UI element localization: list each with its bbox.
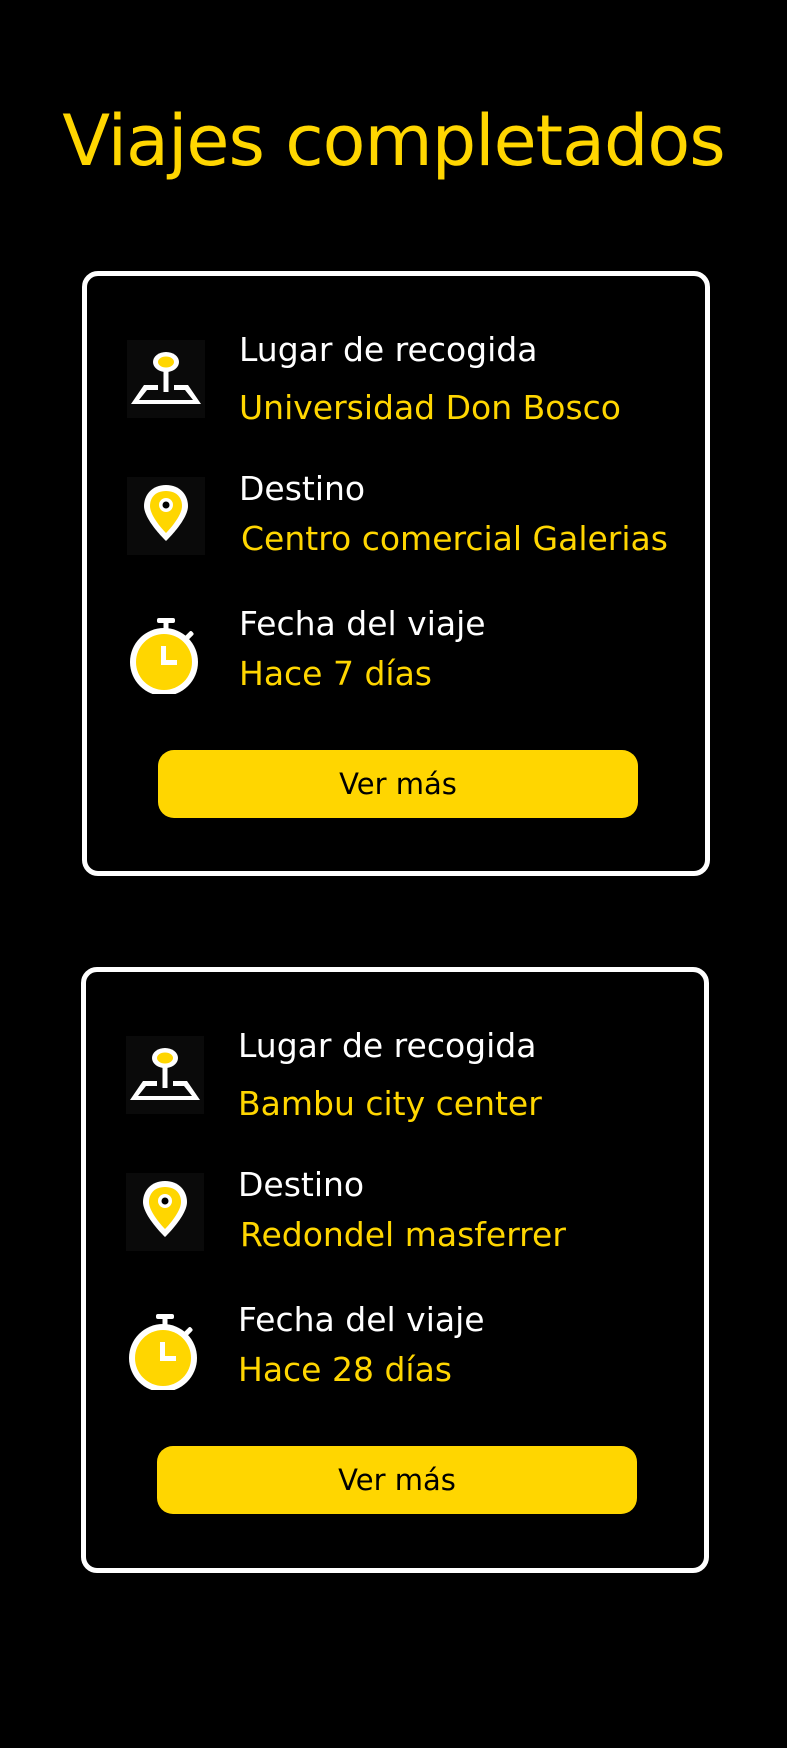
pickup-location-icon bbox=[126, 1036, 204, 1114]
map-pin-icon bbox=[126, 1173, 204, 1251]
pickup-value: Bambu city center bbox=[238, 1084, 542, 1123]
date-value: Hace 28 días bbox=[238, 1350, 452, 1389]
destination-value: Centro comercial Galerias bbox=[241, 519, 668, 558]
stopwatch-icon bbox=[126, 1312, 204, 1390]
view-more-button[interactable]: Ver más bbox=[158, 750, 638, 818]
destination-label: Destino bbox=[239, 469, 366, 508]
date-value: Hace 7 días bbox=[239, 654, 432, 693]
date-label: Fecha del viaje bbox=[239, 604, 486, 643]
pickup-location-icon bbox=[127, 340, 205, 418]
view-more-button[interactable]: Ver más bbox=[157, 1446, 637, 1514]
pickup-value: Universidad Don Bosco bbox=[239, 388, 621, 427]
pickup-label: Lugar de recogida bbox=[239, 330, 538, 369]
destination-label: Destino bbox=[238, 1165, 365, 1204]
map-pin-icon bbox=[127, 477, 205, 555]
page-title: Viajes completados bbox=[62, 100, 725, 182]
destination-value: Redondel masferrer bbox=[240, 1215, 566, 1254]
trip-card: Lugar de recogida Bambu city center Dest… bbox=[81, 967, 709, 1573]
pickup-label: Lugar de recogida bbox=[238, 1026, 537, 1065]
trip-card: Lugar de recogida Universidad Don Bosco … bbox=[82, 271, 710, 876]
date-label: Fecha del viaje bbox=[238, 1300, 485, 1339]
stopwatch-icon bbox=[127, 616, 205, 694]
